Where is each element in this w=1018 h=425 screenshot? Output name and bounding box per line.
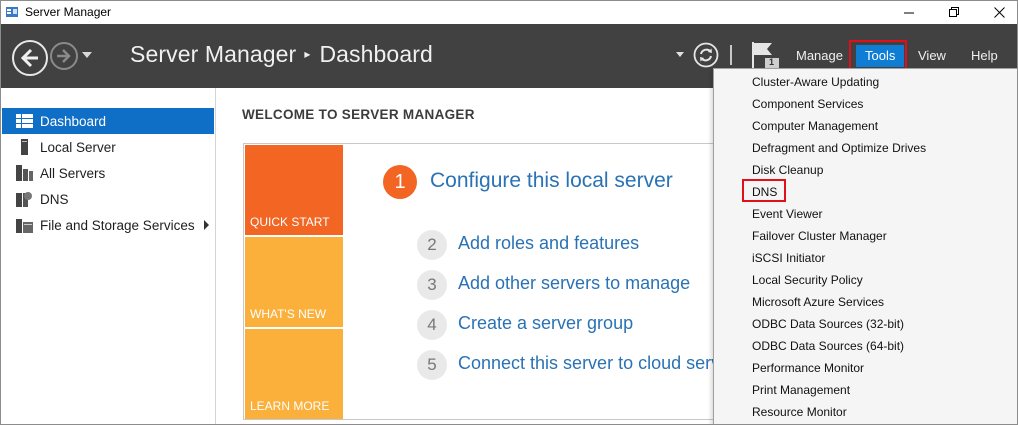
step-add-roles-link[interactable]: Add roles and features: [458, 233, 639, 254]
step-number: 4: [417, 310, 447, 340]
tile-label: QUICK START: [250, 215, 330, 229]
server-manager-app-icon: [6, 7, 18, 17]
window-title: Server Manager: [25, 5, 112, 19]
menu-view[interactable]: View: [912, 45, 952, 67]
forward-button[interactable]: [50, 42, 78, 70]
tools-menu-item[interactable]: iSCSI Initiator: [752, 247, 825, 269]
sidebar-item-all-servers[interactable]: All Servers: [2, 160, 214, 186]
tools-menu-item[interactable]: Computer Management: [752, 115, 878, 137]
tile-label: WHAT'S NEW: [250, 307, 327, 321]
tools-menu-item[interactable]: Defragment and Optimize Drives: [752, 137, 926, 159]
step-configure-local-server-link[interactable]: Configure this local server: [430, 169, 673, 193]
tile-learn-more[interactable]: LEARN MORE: [245, 329, 343, 419]
breadcrumb-separator-icon: ▸: [304, 47, 311, 61]
step-number: 1: [383, 165, 417, 199]
tools-menu-item[interactable]: Print Management: [752, 379, 850, 401]
step-number: 5: [417, 350, 447, 380]
step-number: 2: [417, 230, 447, 260]
flag-icon: [752, 42, 779, 70]
tile-whats-new[interactable]: WHAT'S NEW: [245, 237, 343, 327]
storage-icon: [16, 217, 33, 234]
tools-menu-item[interactable]: Local Security Policy: [752, 269, 863, 291]
servers-icon: [16, 165, 33, 182]
close-button[interactable]: [976, 1, 1017, 24]
sidebar-item-local-server[interactable]: Local Server: [2, 134, 214, 160]
restore-icon: [948, 7, 959, 17]
sidebar-item-label: Local Server: [40, 139, 116, 155]
back-button[interactable]: [12, 40, 48, 76]
refresh-icon[interactable]: [693, 42, 719, 68]
dns-highlight-box: [742, 179, 786, 202]
step-number: 3: [417, 270, 447, 300]
tools-highlight-box: [849, 40, 907, 71]
tools-menu-item[interactable]: Disk Cleanup: [752, 159, 823, 181]
title-bar: Server Manager: [1, 1, 1017, 24]
tools-menu-item[interactable]: Event Viewer: [752, 203, 822, 225]
tools-menu-item[interactable]: ODBC Data Sources (64-bit): [752, 335, 904, 357]
sidebar-item-label: File and Storage Services: [40, 217, 195, 233]
step-create-server-group-link[interactable]: Create a server group: [458, 313, 633, 334]
tools-menu-item[interactable]: Cluster-Aware Updating: [752, 71, 879, 93]
history-dropdown-icon[interactable]: [82, 52, 92, 58]
arrow-left-icon: [20, 48, 38, 68]
welcome-panel: QUICK START WHAT'S NEW LEARN MORE 1 Conf…: [243, 143, 743, 420]
step-connect-cloud-link[interactable]: Connect this server to cloud serv: [458, 353, 720, 374]
dashboard-grid-icon: [16, 113, 33, 130]
minimize-icon: [903, 12, 914, 14]
tile-quick-start[interactable]: QUICK START: [245, 145, 343, 235]
welcome-heading: WELCOME TO SERVER MANAGER: [242, 107, 475, 122]
sidebar-item-dashboard[interactable]: Dashboard: [2, 108, 214, 134]
close-icon: [993, 7, 1005, 18]
notifications-flag[interactable]: 1: [750, 40, 780, 70]
sidebar-item-file-storage[interactable]: File and Storage Services: [2, 212, 214, 238]
tools-menu-item[interactable]: Microsoft Azure Services: [752, 291, 884, 313]
tools-menu-item[interactable]: Failover Cluster Manager: [752, 225, 887, 247]
tools-dropdown-menu: Cluster-Aware Updating Component Service…: [713, 68, 1017, 424]
restore-button[interactable]: [931, 1, 977, 24]
tools-menu-item[interactable]: Component Services: [752, 93, 863, 115]
sidebar-item-dns[interactable]: DNS: [2, 186, 214, 212]
refresh-dropdown-icon[interactable]: [676, 52, 684, 57]
tools-menu-item[interactable]: Resource Monitor: [752, 401, 847, 423]
step-add-servers-link[interactable]: Add other servers to manage: [458, 273, 690, 294]
sidebar-item-label: All Servers: [40, 165, 106, 181]
sidebar-item-label: DNS: [40, 191, 69, 207]
tools-menu-item[interactable]: Performance Monitor: [752, 357, 864, 379]
dns-icon: [16, 191, 33, 208]
menu-help[interactable]: Help: [965, 45, 1004, 67]
sidebar-item-label: Dashboard: [40, 113, 107, 129]
server-icon: [16, 139, 33, 156]
server-manager-window: Server Manager Server Manager▸Dashboar: [0, 0, 1018, 425]
breadcrumb: Server Manager ▸ Dashboard: [130, 41, 433, 68]
tools-menu-item[interactable]: ODBC Data Sources (32-bit): [752, 313, 904, 335]
tile-label: LEARN MORE: [250, 399, 330, 413]
sidebar: Dashboard Local Server All Servers DNS F…: [1, 88, 216, 424]
breadcrumb-current: Dashboard: [319, 41, 433, 67]
chevron-right-icon: [204, 220, 209, 230]
breadcrumb-root[interactable]: Server Manager: [130, 41, 296, 67]
notification-count: 1: [769, 57, 775, 67]
header-divider: [730, 45, 732, 65]
minimize-button[interactable]: [886, 1, 932, 24]
arrow-right-icon: [57, 49, 71, 63]
menu-manage[interactable]: Manage: [790, 45, 849, 67]
